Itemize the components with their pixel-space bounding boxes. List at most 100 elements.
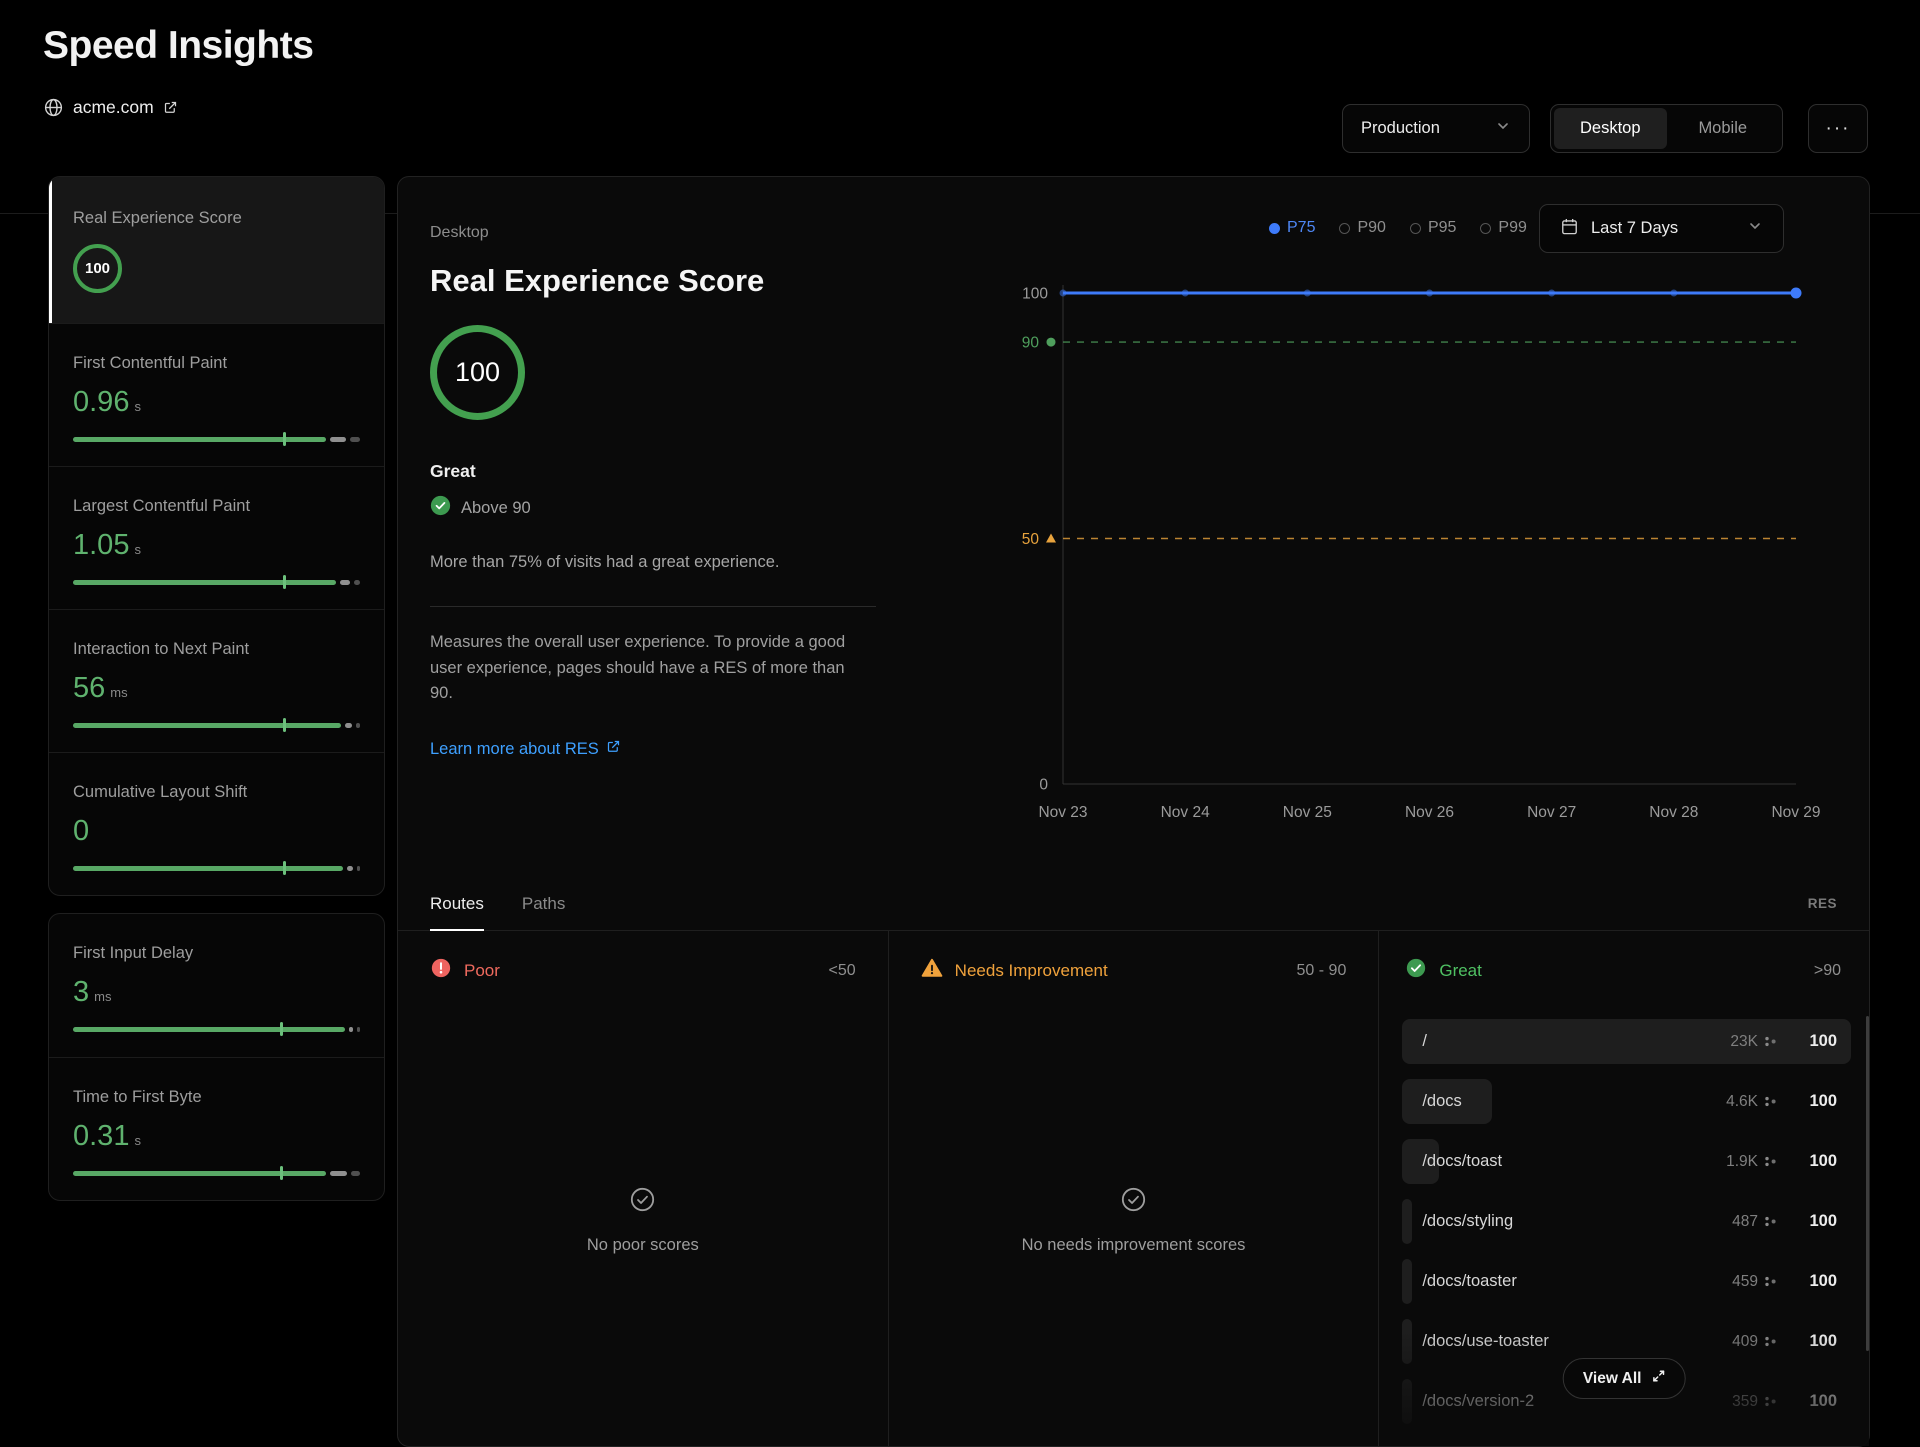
svg-text:Nov 27: Nov 27	[1527, 804, 1576, 821]
metric-unit: ms	[110, 685, 127, 700]
site-link[interactable]: acme.com	[43, 97, 178, 118]
globe-icon	[43, 97, 64, 118]
metric-threshold-bar	[73, 1026, 360, 1032]
needs-improvement-column: Needs Improvement 50 - 90 No needs impro…	[888, 931, 1379, 1446]
needs-improvement-empty-state: No needs improvement scores	[889, 1186, 1379, 1255]
route-name: /docs/toaster	[1422, 1272, 1516, 1291]
sidebar-item-real-experience-score[interactable]: Real Experience Score 100	[49, 177, 384, 323]
bar-poor-segment	[351, 1171, 360, 1176]
route-name: /docs/use-toaster	[1422, 1332, 1549, 1351]
svg-text:Nov 29: Nov 29	[1771, 804, 1820, 821]
ellipsis-icon: ···	[1826, 118, 1851, 140]
metric-value: 0.31	[73, 1120, 129, 1153]
great-column-header: Great >90	[1379, 931, 1869, 1002]
sidebar-metric-item[interactable]: Cumulative Layout Shift 0	[49, 752, 384, 895]
visitors-dots-icon	[1764, 1035, 1777, 1048]
sidebar-metric-item[interactable]: First Input Delay 3 ms	[49, 914, 384, 1057]
route-metrics: 359 100	[1710, 1392, 1837, 1411]
metric-unit: s	[134, 399, 141, 414]
route-visits: 4.6K	[1710, 1093, 1758, 1111]
metric-threshold-bar	[73, 436, 360, 442]
svg-text:50: 50	[1022, 531, 1040, 548]
visitors-dots-icon	[1764, 1275, 1777, 1288]
needs-improvement-range: 50 - 90	[1297, 962, 1347, 980]
metric-label: First Input Delay	[73, 944, 360, 963]
bar-value-marker	[283, 861, 286, 875]
route-traffic-bar	[1402, 1379, 1412, 1424]
sidebar-metric-item[interactable]: Largest Contentful Paint 1.05 s	[49, 466, 384, 609]
route-row[interactable]: /docs/toast 1.9K 100	[1402, 1139, 1851, 1184]
bar-mid-segment	[347, 866, 353, 871]
svg-text:Nov 25: Nov 25	[1283, 804, 1332, 821]
route-row[interactable]: /docs/toaster 459 100	[1402, 1259, 1851, 1304]
route-row[interactable]: /docs/styling 487 100	[1402, 1199, 1851, 1244]
route-score: 100	[1803, 1332, 1837, 1351]
sidebar-metric-item[interactable]: First Contentful Paint 0.96 s	[49, 323, 384, 466]
check-circle-outline-icon	[1120, 1186, 1147, 1218]
route-name: /docs/toast	[1422, 1152, 1502, 1171]
sidebar-metric-item[interactable]: Time to First Byte 0.31 s	[49, 1057, 384, 1200]
visitors-dots-icon	[1764, 1215, 1777, 1228]
page-title: Speed Insights	[43, 24, 313, 68]
external-link-icon	[606, 739, 621, 759]
great-column: Great >90 / 23K 100	[1378, 931, 1869, 1446]
metric-label: Cumulative Layout Shift	[73, 783, 360, 802]
more-options-button[interactable]: ···	[1808, 104, 1868, 153]
metric-value: 0.96	[73, 386, 129, 419]
bar-mid-segment	[330, 1171, 347, 1176]
bar-good-segment	[73, 723, 341, 728]
device-option[interactable]: Desktop	[1554, 108, 1667, 149]
view-all-button[interactable]: View All	[1563, 1358, 1686, 1399]
expand-icon	[1651, 1369, 1665, 1388]
route-row[interactable]: /docs 4.6K 100	[1402, 1079, 1851, 1124]
visitors-dots-icon	[1764, 1395, 1777, 1408]
bar-poor-segment	[357, 866, 360, 871]
metric-threshold-bar	[73, 579, 360, 585]
poor-column-header: Poor <50	[398, 931, 888, 1002]
panel-title: Real Experience Score	[430, 263, 764, 299]
summary-highlight: More than 75% of visits had a great expe…	[430, 553, 779, 572]
metric-value: 3	[73, 976, 89, 1009]
chevron-down-icon	[1495, 118, 1511, 139]
metric-tag: RES	[1808, 896, 1837, 911]
bar-mid-segment	[340, 580, 350, 585]
sidebar-metric-item[interactable]: Interaction to Next Paint 56 ms	[49, 609, 384, 752]
device-toggle: DesktopMobile	[1550, 104, 1783, 153]
poor-column: Poor <50 No poor scores	[398, 931, 888, 1446]
metric-value: 0	[73, 815, 89, 848]
route-metrics: 487 100	[1710, 1212, 1837, 1231]
route-metrics: 1.9K 100	[1710, 1152, 1837, 1171]
needs-improvement-label: Needs Improvement	[955, 961, 1108, 981]
tab[interactable]: Routes	[430, 877, 484, 930]
route-list-scrollbar[interactable]	[1866, 1016, 1869, 1351]
rating-label: Great	[430, 461, 476, 482]
metric-unit: s	[134, 542, 141, 557]
route-score: 100	[1803, 1272, 1837, 1291]
route-metrics: 4.6K 100	[1710, 1092, 1837, 1111]
route-name: /docs/styling	[1422, 1212, 1513, 1231]
learn-more-link[interactable]: Learn more about RES	[430, 739, 621, 759]
environment-label: Production	[1361, 119, 1440, 138]
svg-text:100: 100	[1022, 286, 1048, 303]
tab[interactable]: Paths	[522, 877, 565, 930]
device-option[interactable]: Mobile	[1667, 108, 1780, 149]
bar-poor-segment	[354, 580, 360, 585]
metric-label: Interaction to Next Paint	[73, 640, 360, 659]
poor-empty-state: No poor scores	[398, 1186, 888, 1255]
route-visits: 1.9K	[1710, 1153, 1758, 1171]
route-visits: 359	[1710, 1393, 1758, 1411]
svg-text:Nov 26: Nov 26	[1405, 804, 1454, 821]
environment-select[interactable]: Production	[1342, 104, 1530, 153]
metric-label: Largest Contentful Paint	[73, 497, 360, 516]
route-traffic-bar	[1402, 1199, 1412, 1244]
metric-value-row: 0.96 s	[73, 386, 360, 419]
metrics-group-secondary: First Input Delay 3 ms Time to First Byt…	[48, 913, 385, 1201]
bar-good-segment	[73, 1027, 345, 1032]
route-row[interactable]: / 23K 100	[1402, 1019, 1851, 1064]
alert-circle-icon	[430, 957, 452, 984]
routes-tab-bar: Routes Paths RES	[398, 877, 1869, 931]
bar-poor-segment	[356, 723, 360, 728]
route-score: 100	[1803, 1392, 1837, 1411]
device-label: Desktop	[430, 224, 489, 242]
res-line-chart: 10009050Nov 23Nov 24Nov 25Nov 26Nov 27No…	[1001, 216, 1881, 836]
